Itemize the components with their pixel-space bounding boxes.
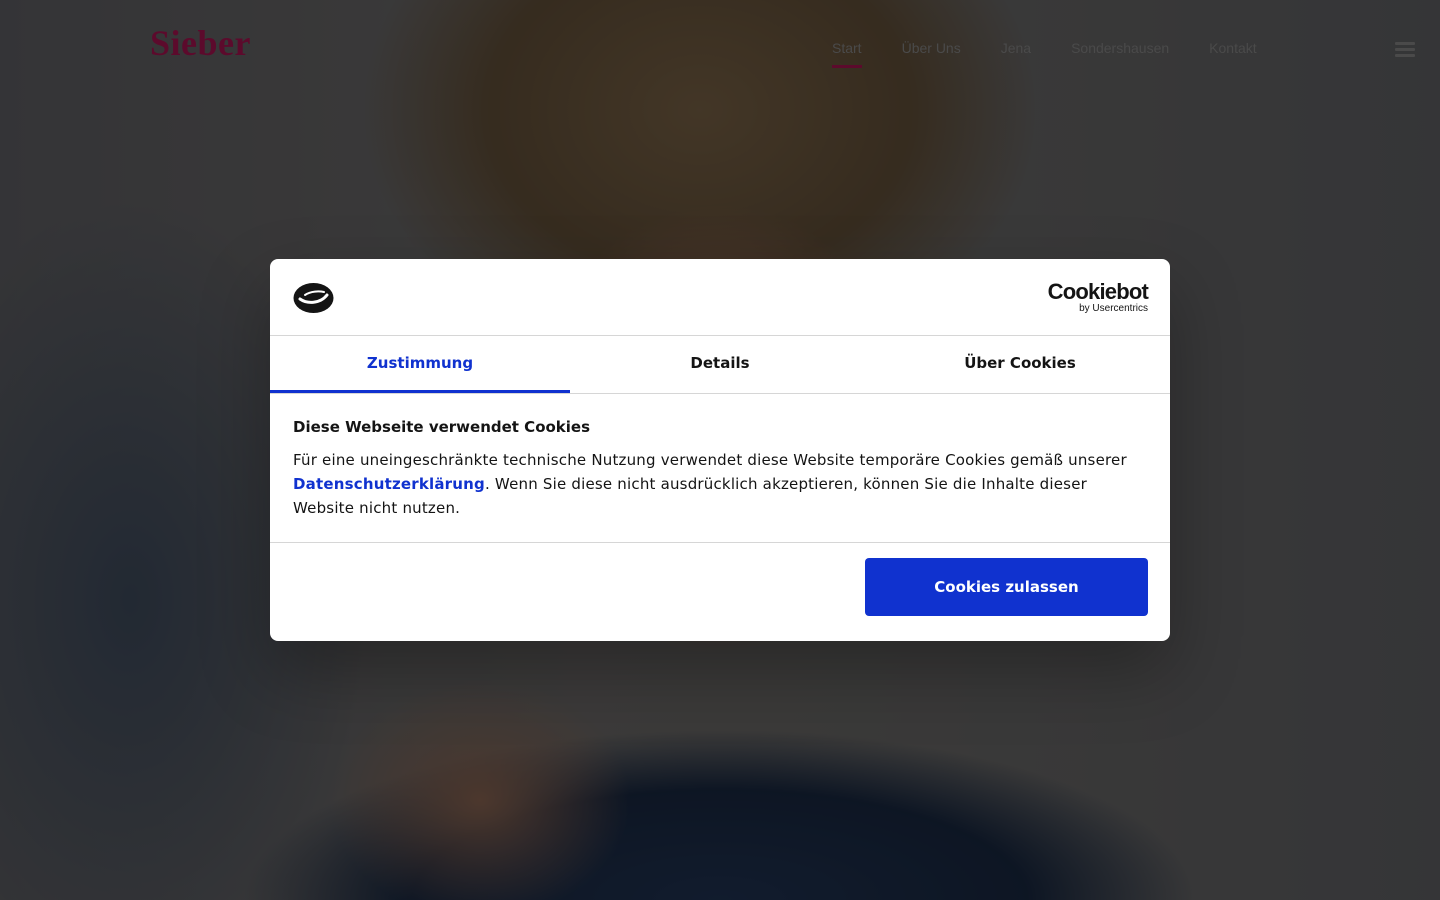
cookiebot-logo-icon (293, 283, 334, 313)
site-header: Sieber Start Über Uns Jena Sondershausen… (0, 0, 1440, 90)
tab-ueber-cookies[interactable]: Über Cookies (870, 336, 1170, 393)
nav-item-sondershausen[interactable]: Sondershausen (1071, 40, 1169, 62)
main-nav: Start Über Uns Jena Sondershausen Kontak… (832, 40, 1257, 68)
privacy-policy-link[interactable]: Datenschutzerklärung (293, 475, 485, 493)
dialog-content: Diese Webseite verwendet Cookies Für ein… (270, 394, 1170, 543)
tab-zustimmung[interactable]: Zustimmung (270, 336, 570, 393)
dialog-tabs: Zustimmung Details Über Cookies (270, 336, 1170, 394)
nav-item-jena[interactable]: Jena (1001, 40, 1031, 62)
dialog-heading: Diese Webseite verwendet Cookies (293, 418, 591, 436)
cookie-consent-dialog: Cookiebot by Usercentrics Zustimmung Det… (270, 259, 1170, 641)
dialog-footer: Cookies zulassen (270, 543, 1170, 640)
nav-item-start[interactable]: Start (832, 40, 862, 68)
hamburger-menu-icon[interactable] (1395, 42, 1415, 58)
site-logo[interactable]: Sieber (150, 22, 251, 64)
nav-item-ueber-uns[interactable]: Über Uns (902, 40, 961, 62)
allow-cookies-button[interactable]: Cookies zulassen (865, 558, 1148, 616)
cookiebot-brand[interactable]: Cookiebot by Usercentrics (1047, 279, 1149, 314)
tab-details[interactable]: Details (570, 336, 870, 393)
nav-item-kontakt[interactable]: Kontakt (1209, 40, 1256, 62)
dialog-body-text: Für eine uneingeschränkte technische Nut… (293, 448, 1148, 520)
dialog-header: Cookiebot by Usercentrics (270, 259, 1170, 336)
body-text-before-link: Für eine uneingeschränkte technische Nut… (293, 451, 1127, 469)
cookiebot-brand-name: Cookiebot (1047, 279, 1149, 304)
cookiebot-brand-sub: by Usercentrics (1079, 303, 1148, 314)
